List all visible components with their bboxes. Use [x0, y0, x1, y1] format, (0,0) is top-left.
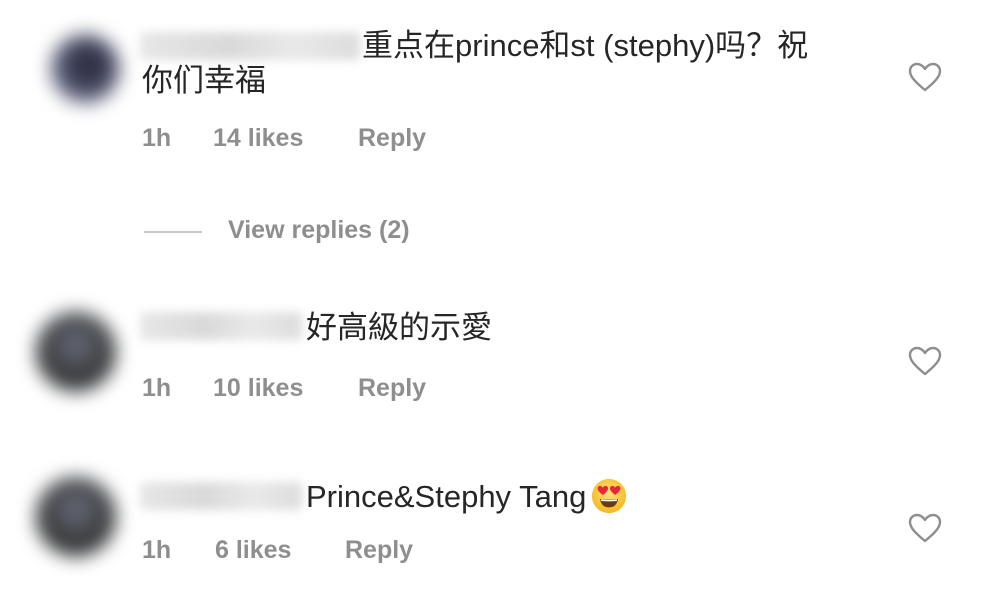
avatar[interactable]: [36, 312, 116, 392]
reply-button[interactable]: Reply: [358, 124, 426, 153]
comment-item: Prince&Stephy Tang 1h 6 likes Reply: [0, 455, 1000, 589]
comment-likes[interactable]: 10 likes: [213, 374, 303, 403]
avatar[interactable]: [36, 477, 116, 557]
reply-button[interactable]: Reply: [345, 536, 413, 565]
comment-likes[interactable]: 6 likes: [215, 536, 291, 565]
reply-button[interactable]: Reply: [358, 374, 426, 403]
comment-item: 重点在prince和st (stephy)吗？祝 你们幸福 1h 14 like…: [0, 0, 1000, 190]
heart-outline-icon[interactable]: [908, 513, 942, 543]
comment-text: Prince&Stephy Tang: [306, 477, 628, 516]
view-replies-button[interactable]: View replies (2): [228, 216, 410, 245]
comment-time: 1h: [142, 374, 172, 402]
heart-outline-icon[interactable]: [908, 346, 942, 376]
comment-text-line2: 你们幸福: [142, 63, 266, 98]
heart-outline-icon[interactable]: [908, 62, 942, 92]
username-blurred[interactable]: [140, 312, 302, 340]
heart-eyes-emoji-icon: [592, 478, 627, 514]
comment-text-content: Prince&Stephy Tang: [306, 479, 587, 514]
comment-time: 1h: [142, 536, 172, 564]
username-blurred[interactable]: [140, 32, 360, 60]
comment-item: 好高級的示愛 1h 10 likes Reply: [0, 290, 1000, 420]
comment-time: 1h: [142, 124, 172, 152]
comment-likes[interactable]: 14 likes: [213, 124, 303, 153]
username-blurred[interactable]: [140, 482, 302, 510]
avatar[interactable]: [50, 34, 120, 104]
comment-text-line1: 重点在prince和st (stephy)吗？祝: [362, 28, 809, 63]
comment-text: 好高級的示愛: [306, 310, 492, 345]
replies-divider: [144, 231, 202, 233]
